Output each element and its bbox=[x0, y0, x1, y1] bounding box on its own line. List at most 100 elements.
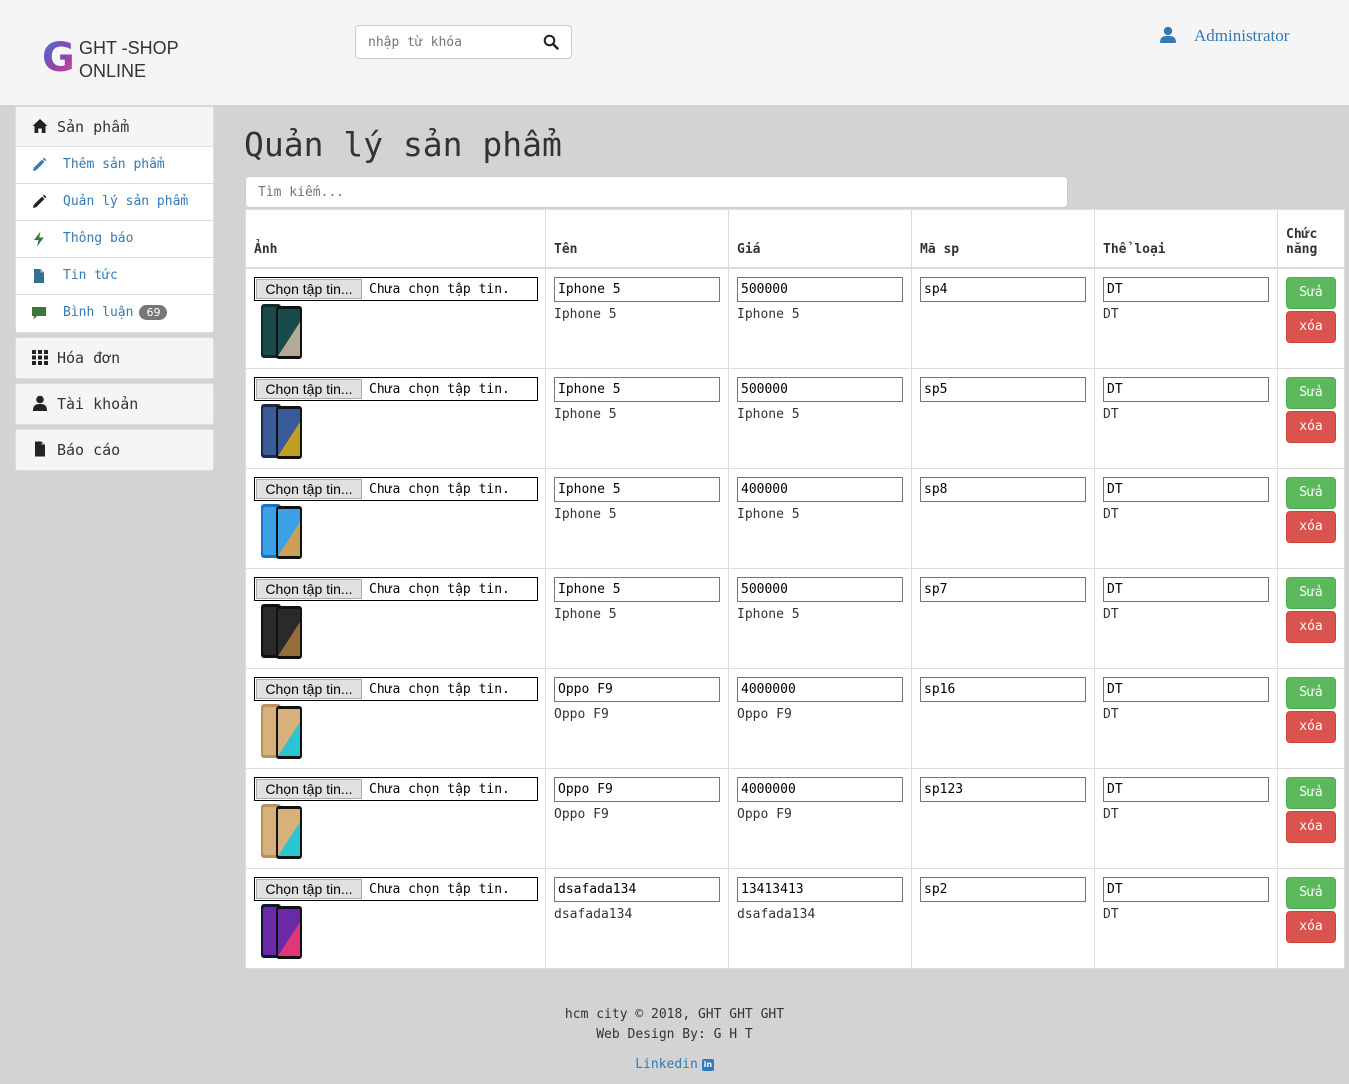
table-row: Chọn tập tin... Chưa chọn tập tin. dsafa… bbox=[245, 867, 1345, 969]
code-input[interactable] bbox=[920, 576, 1086, 602]
sidebar-invoices-header[interactable]: Hóa đơn bbox=[16, 338, 213, 378]
category-input[interactable] bbox=[1103, 776, 1269, 802]
sidebar-item-label: Bình luận 69 bbox=[63, 305, 168, 320]
file-input[interactable]: Chọn tập tin... Chưa chọn tập tin. bbox=[254, 276, 538, 301]
logo-letter: G bbox=[42, 35, 75, 81]
code-input[interactable] bbox=[920, 876, 1086, 902]
cell-price: Oppo F9 bbox=[728, 767, 912, 869]
delete-button[interactable]: xóa bbox=[1286, 610, 1336, 643]
table-row: Chọn tập tin... Chưa chọn tập tin. Iphon… bbox=[245, 267, 1345, 369]
cell-name: Iphone 5 bbox=[545, 367, 729, 469]
category-input[interactable] bbox=[1103, 876, 1269, 902]
delete-button[interactable]: xóa bbox=[1286, 510, 1336, 543]
edit-button[interactable]: Sửa bbox=[1286, 576, 1336, 609]
cell-category: DT bbox=[1094, 367, 1278, 469]
name-input[interactable] bbox=[554, 376, 720, 402]
edit-button[interactable]: Sửa bbox=[1286, 376, 1336, 409]
edit-button[interactable]: Sửa bbox=[1286, 676, 1336, 709]
delete-button[interactable]: xóa bbox=[1286, 710, 1336, 743]
file-input[interactable]: Chọn tập tin... Chưa chọn tập tin. bbox=[254, 576, 538, 601]
file-input[interactable]: Chọn tập tin... Chưa chọn tập tin. bbox=[254, 776, 538, 801]
delete-button[interactable]: xóa bbox=[1286, 410, 1336, 443]
column-header-name: Tên bbox=[545, 209, 729, 269]
column-header-code: Mã sp bbox=[911, 209, 1095, 269]
logo-line-1: GHT -SHOP bbox=[79, 38, 179, 58]
name-input[interactable] bbox=[554, 576, 720, 602]
category-input[interactable] bbox=[1103, 376, 1269, 402]
edit-button[interactable]: Sửa bbox=[1286, 476, 1336, 509]
sidebar-account-header[interactable]: Tài khoản bbox=[16, 384, 213, 424]
name-input[interactable] bbox=[554, 276, 720, 302]
cell-category: DT bbox=[1094, 767, 1278, 869]
user-name-link[interactable]: Administrator bbox=[1194, 26, 1289, 46]
choose-file-button[interactable]: Chọn tập tin... bbox=[256, 478, 362, 499]
comment-icon bbox=[32, 307, 46, 320]
search-icon[interactable] bbox=[543, 34, 559, 50]
price-input[interactable] bbox=[737, 576, 903, 602]
sidebar-item-add-product[interactable]: Thêm sản phẩm bbox=[16, 147, 213, 184]
sidebar-reports-header[interactable]: Báo cáo bbox=[16, 430, 213, 470]
edit-button[interactable]: Sửa bbox=[1286, 876, 1336, 909]
cell-name: Oppo F9 bbox=[545, 667, 729, 769]
file-status: Chưa chọn tập tin. bbox=[369, 581, 510, 597]
choose-file-button[interactable]: Chọn tập tin... bbox=[256, 378, 362, 399]
cell-code bbox=[911, 567, 1095, 669]
name-input[interactable] bbox=[554, 676, 720, 702]
choose-file-button[interactable]: Chọn tập tin... bbox=[256, 678, 362, 699]
delete-button[interactable]: xóa bbox=[1286, 310, 1336, 343]
cell-actions: Sửa xóa bbox=[1277, 667, 1345, 769]
product-search-input[interactable] bbox=[245, 176, 1068, 208]
choose-file-button[interactable]: Chọn tập tin... bbox=[256, 578, 362, 599]
file-input[interactable]: Chọn tập tin... Chưa chọn tập tin. bbox=[254, 676, 538, 701]
name-input[interactable] bbox=[554, 876, 720, 902]
file-icon bbox=[35, 441, 45, 457]
delete-button[interactable]: xóa bbox=[1286, 810, 1336, 843]
category-input[interactable] bbox=[1103, 476, 1269, 502]
sidebar-invoices-panel: Hóa đơn bbox=[15, 337, 214, 379]
sidebar-item-comments[interactable]: Bình luận 69 bbox=[16, 295, 213, 332]
edit-button[interactable]: Sửa bbox=[1286, 776, 1336, 809]
price-input[interactable] bbox=[737, 776, 903, 802]
sidebar-item-label: Thêm sản phẩm bbox=[63, 157, 165, 172]
choose-file-button[interactable]: Chọn tập tin... bbox=[256, 278, 362, 299]
cell-category: DT bbox=[1094, 467, 1278, 569]
name-text: dsafada134 bbox=[554, 906, 633, 922]
sidebar-item-news[interactable]: Tin tức bbox=[16, 258, 213, 295]
file-input[interactable]: Chọn tập tin... Chưa chọn tập tin. bbox=[254, 876, 538, 901]
category-input[interactable] bbox=[1103, 276, 1269, 302]
brand-logo[interactable]: G GHT -SHOP ONLINE bbox=[42, 36, 182, 86]
price-input[interactable] bbox=[737, 376, 903, 402]
delete-button[interactable]: xóa bbox=[1286, 910, 1336, 943]
file-input[interactable]: Chọn tập tin... Chưa chọn tập tin. bbox=[254, 476, 538, 501]
code-input[interactable] bbox=[920, 276, 1086, 302]
sidebar-item-label: Tin tức bbox=[63, 268, 118, 283]
price-input[interactable] bbox=[737, 276, 903, 302]
footer-copyright: hcm city © 2018, GHT GHT GHT bbox=[564, 1007, 785, 1022]
edit-button[interactable]: Sửa bbox=[1286, 276, 1336, 309]
product-thumbnail bbox=[261, 403, 302, 459]
category-input[interactable] bbox=[1103, 676, 1269, 702]
name-input[interactable] bbox=[554, 776, 720, 802]
name-input[interactable] bbox=[554, 476, 720, 502]
code-input[interactable] bbox=[920, 476, 1086, 502]
sidebar-products-header[interactable]: Sản phẩm bbox=[16, 107, 213, 147]
price-input[interactable] bbox=[737, 676, 903, 702]
code-input[interactable] bbox=[920, 776, 1086, 802]
code-input[interactable] bbox=[920, 376, 1086, 402]
category-input[interactable] bbox=[1103, 576, 1269, 602]
table-row: Chọn tập tin... Chưa chọn tập tin. Iphon… bbox=[245, 567, 1345, 669]
price-input[interactable] bbox=[737, 476, 903, 502]
price-input[interactable] bbox=[737, 876, 903, 902]
category-text: DT bbox=[1103, 706, 1119, 722]
code-input[interactable] bbox=[920, 676, 1086, 702]
sidebar-item-notifications[interactable]: Thông báo bbox=[16, 221, 213, 258]
choose-file-button[interactable]: Chọn tập tin... bbox=[256, 878, 362, 899]
header-search-input[interactable] bbox=[356, 26, 526, 58]
cell-code bbox=[911, 867, 1095, 969]
choose-file-button[interactable]: Chọn tập tin... bbox=[256, 778, 362, 799]
file-input[interactable]: Chọn tập tin... Chưa chọn tập tin. bbox=[254, 376, 538, 401]
cell-image: Chọn tập tin... Chưa chọn tập tin. bbox=[245, 667, 546, 769]
cell-name: Oppo F9 bbox=[545, 767, 729, 869]
sidebar-item-manage-products[interactable]: Quản lý sản phẩm bbox=[16, 184, 213, 221]
linkedin-link[interactable]: Linkedin in bbox=[0, 1055, 1349, 1075]
